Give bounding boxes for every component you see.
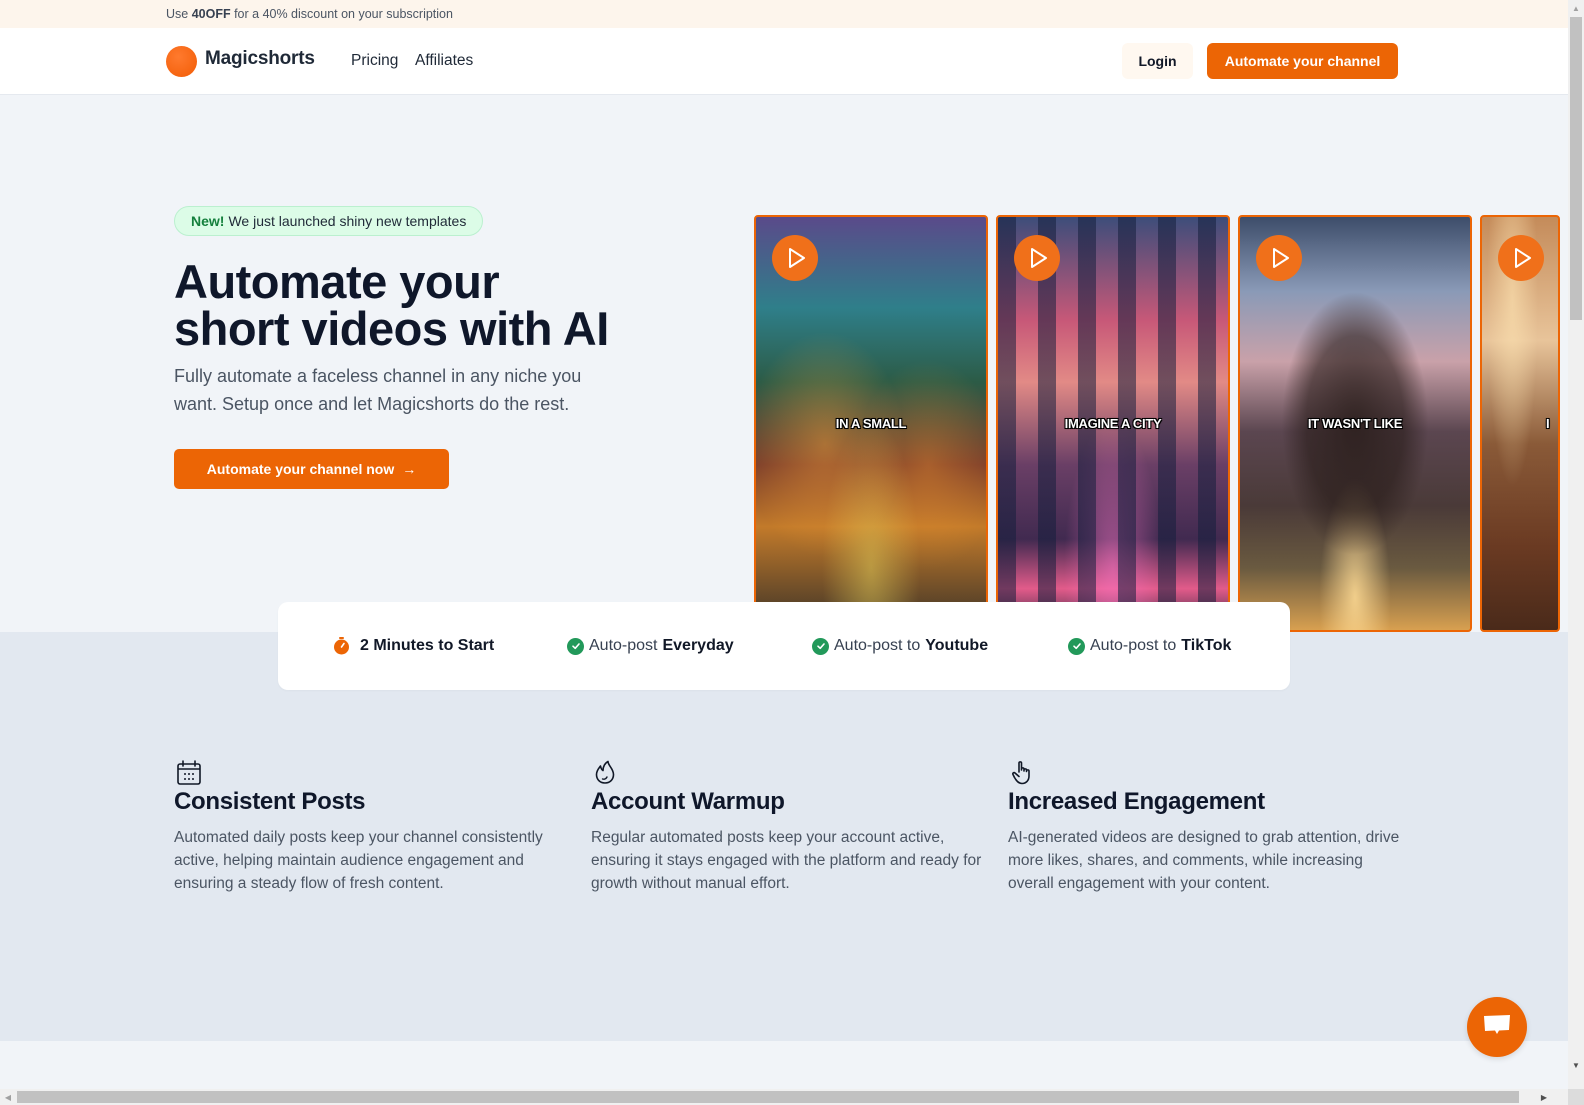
promo-code: 40OFF: [191, 7, 231, 21]
scroll-left-arrow-icon[interactable]: ◀: [0, 1089, 16, 1105]
stat-item: 2 Minutes to Start: [333, 637, 494, 655]
play-icon[interactable]: [1256, 235, 1302, 281]
page-viewport: Use 40OFF for a 40% discount on your sub…: [0, 0, 1568, 1089]
vertical-scrollbar-thumb[interactable]: [1570, 17, 1582, 320]
timer-icon: [333, 637, 350, 655]
next-section: [0, 1041, 1568, 1089]
hero-title-line-2: short videos with AI: [174, 302, 609, 355]
scroll-up-arrow-icon[interactable]: ▲: [1568, 0, 1584, 16]
badge-new-label: New!: [191, 213, 225, 229]
automate-channel-button[interactable]: Automate your channel: [1207, 43, 1398, 79]
nav-pricing[interactable]: Pricing: [351, 52, 398, 70]
announcement-badge: New! We just launched shiny new template…: [174, 206, 484, 236]
feature-description: Regular automated posts keep your accoun…: [591, 829, 982, 892]
scroll-right-arrow-icon[interactable]: ▶: [1536, 1089, 1552, 1105]
video-caption: IMAGINE A CITY: [1064, 416, 1162, 431]
badge-text: We just launched shiny new templates: [228, 213, 467, 229]
stat-item: Auto-post Everyday: [567, 637, 734, 655]
brand-name[interactable]: Magicshorts: [205, 48, 315, 70]
feature-description: AI-generated videos are designed to grab…: [1008, 829, 1400, 892]
video-card[interactable]: IT WASN'T LIKE: [1238, 215, 1472, 632]
feature-increased-engagement: Increased Engagement AI-generated videos…: [1008, 758, 1408, 895]
chat-bubble-icon: [1482, 1012, 1512, 1043]
feature-description: Automated daily posts keep your channel …: [174, 829, 543, 892]
login-button[interactable]: Login: [1122, 43, 1193, 79]
stat-label: 2 Minutes to Start: [360, 637, 495, 654]
cta-label: Automate your channel now: [206, 461, 395, 477]
promo-bar: Use 40OFF for a 40% discount on your sub…: [0, 0, 1568, 28]
stat-label: Everyday: [662, 637, 734, 654]
horizontal-scrollbar[interactable]: ◀ ▶: [0, 1089, 1568, 1105]
feature-title: Account Warmup: [591, 788, 785, 815]
vertical-scrollbar[interactable]: ▲ ▼: [1568, 0, 1584, 1089]
check-circle-icon: [1068, 637, 1085, 655]
scrollbar-corner: [1568, 1089, 1584, 1105]
stat-label: TikTok: [1181, 637, 1232, 654]
video-caption: IN A SMALL: [835, 416, 907, 431]
arrow-right-icon: →: [402, 461, 417, 477]
video-card[interactable]: IMAGINE A CITY: [996, 215, 1230, 632]
check-circle-icon: [812, 637, 829, 655]
chat-widget-button[interactable]: [1467, 997, 1527, 1057]
calendar-icon: [174, 758, 202, 786]
check-circle-icon: [567, 637, 584, 655]
site-header: Magicshorts Pricing Affiliates Login Aut…: [0, 28, 1568, 95]
scroll-down-arrow-icon[interactable]: ▼: [1568, 1057, 1584, 1073]
stats-bar: 2 Minutes to Start Auto-post Everyday Au…: [278, 602, 1290, 690]
stat-prefix: Auto-post to: [1090, 637, 1177, 654]
hero-title-line-1: Automate your: [174, 255, 500, 308]
feature-consistent-posts: Consistent Posts Automated daily posts k…: [174, 758, 574, 895]
stat-prefix: Auto-post: [589, 637, 658, 654]
video-card[interactable]: I: [1480, 215, 1560, 632]
play-icon[interactable]: [772, 235, 818, 281]
hero-title: Automate your short videos with AI: [174, 258, 654, 352]
hero-subtitle: Fully automate a faceless channel in any…: [174, 366, 582, 414]
stat-item: Auto-post to Youtube: [812, 637, 988, 655]
feature-title: Increased Engagement: [1008, 788, 1265, 815]
stat-label: Youtube: [925, 637, 989, 654]
hand-pointer-icon: [1008, 758, 1036, 786]
logo-icon[interactable]: [166, 46, 197, 77]
automate-channel-now-button[interactable]: Automate your channel now →: [174, 449, 449, 489]
nav-affiliates[interactable]: Affiliates: [415, 52, 473, 70]
horizontal-scrollbar-thumb[interactable]: [17, 1091, 1519, 1103]
promo-text: Use 40OFF for a 40% discount on your sub…: [166, 7, 453, 21]
play-icon[interactable]: [1014, 235, 1060, 281]
feature-title: Consistent Posts: [174, 788, 366, 815]
feature-account-warmup: Account Warmup Regular automated posts k…: [591, 758, 991, 895]
stat-item: Auto-post to TikTok: [1068, 637, 1231, 655]
video-card[interactable]: IN A SMALL: [754, 215, 988, 632]
play-icon[interactable]: [1498, 235, 1544, 281]
stat-prefix: Auto-post to: [834, 637, 921, 654]
flame-icon: [591, 758, 619, 786]
video-caption: I: [1546, 416, 1550, 431]
video-caption: IT WASN'T LIKE: [1307, 416, 1403, 431]
